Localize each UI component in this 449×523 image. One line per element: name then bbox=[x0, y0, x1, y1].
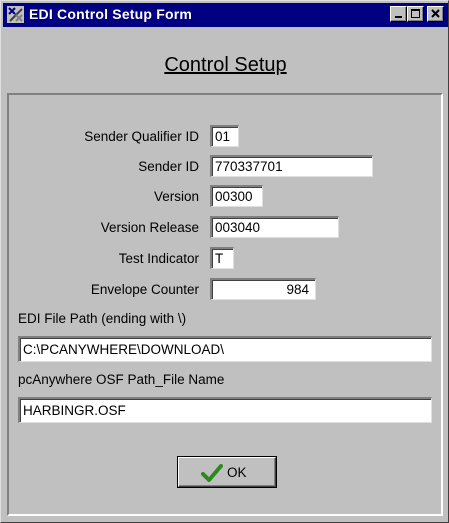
title-bar[interactable]: EDI Control Setup Form bbox=[3, 3, 448, 27]
ok-button-label: OK bbox=[227, 465, 247, 480]
ok-button-face[interactable]: OK bbox=[178, 457, 276, 487]
edi-file-path-label: EDI File Path (ending with \) bbox=[18, 311, 187, 326]
page-title: Control Setup bbox=[164, 54, 287, 76]
maximize-button[interactable] bbox=[407, 6, 424, 22]
app-icon bbox=[7, 6, 24, 23]
maximize-icon bbox=[411, 9, 420, 18]
header-area: Control Setup bbox=[3, 28, 448, 90]
sender-id-field[interactable]: 770337701 bbox=[210, 155, 373, 177]
sender-qualifier-id-field[interactable]: 01 bbox=[210, 125, 239, 147]
version-release-label: Version Release bbox=[100, 220, 199, 235]
close-icon bbox=[431, 9, 440, 18]
window-title: EDI Control Setup Form bbox=[29, 6, 193, 22]
test-indicator-label: Test Indicator bbox=[118, 251, 199, 266]
version-release-field[interactable]: 003040 bbox=[210, 216, 339, 238]
minimize-button[interactable] bbox=[390, 6, 407, 22]
sender-id-label: Sender ID bbox=[138, 159, 199, 174]
osf-path-label: pcAnywhere OSF Path_File Name bbox=[18, 372, 225, 387]
envelope-counter-field[interactable]: 984 bbox=[210, 278, 316, 300]
close-button[interactable] bbox=[427, 6, 444, 22]
minimize-icon bbox=[395, 16, 402, 18]
version-field[interactable]: 00300 bbox=[210, 185, 263, 207]
edi-file-path-field[interactable]: C:\PCANYWHERE\DOWNLOAD\ bbox=[18, 336, 432, 362]
test-indicator-field[interactable]: T bbox=[210, 247, 234, 269]
ok-button[interactable]: OK bbox=[177, 456, 277, 488]
checkmark-icon bbox=[201, 464, 223, 482]
osf-path-field[interactable]: HARBINGR.OSF bbox=[18, 397, 432, 423]
edi-control-setup-window: EDI Control Setup Form Control Setup Sen… bbox=[0, 0, 449, 523]
envelope-counter-label: Envelope Counter bbox=[90, 282, 199, 297]
sender-qualifier-id-label: Sender Qualifier ID bbox=[84, 129, 199, 144]
form-panel: Sender Qualifier ID 01 Sender ID 7703377… bbox=[7, 93, 443, 516]
version-label: Version bbox=[153, 189, 199, 204]
